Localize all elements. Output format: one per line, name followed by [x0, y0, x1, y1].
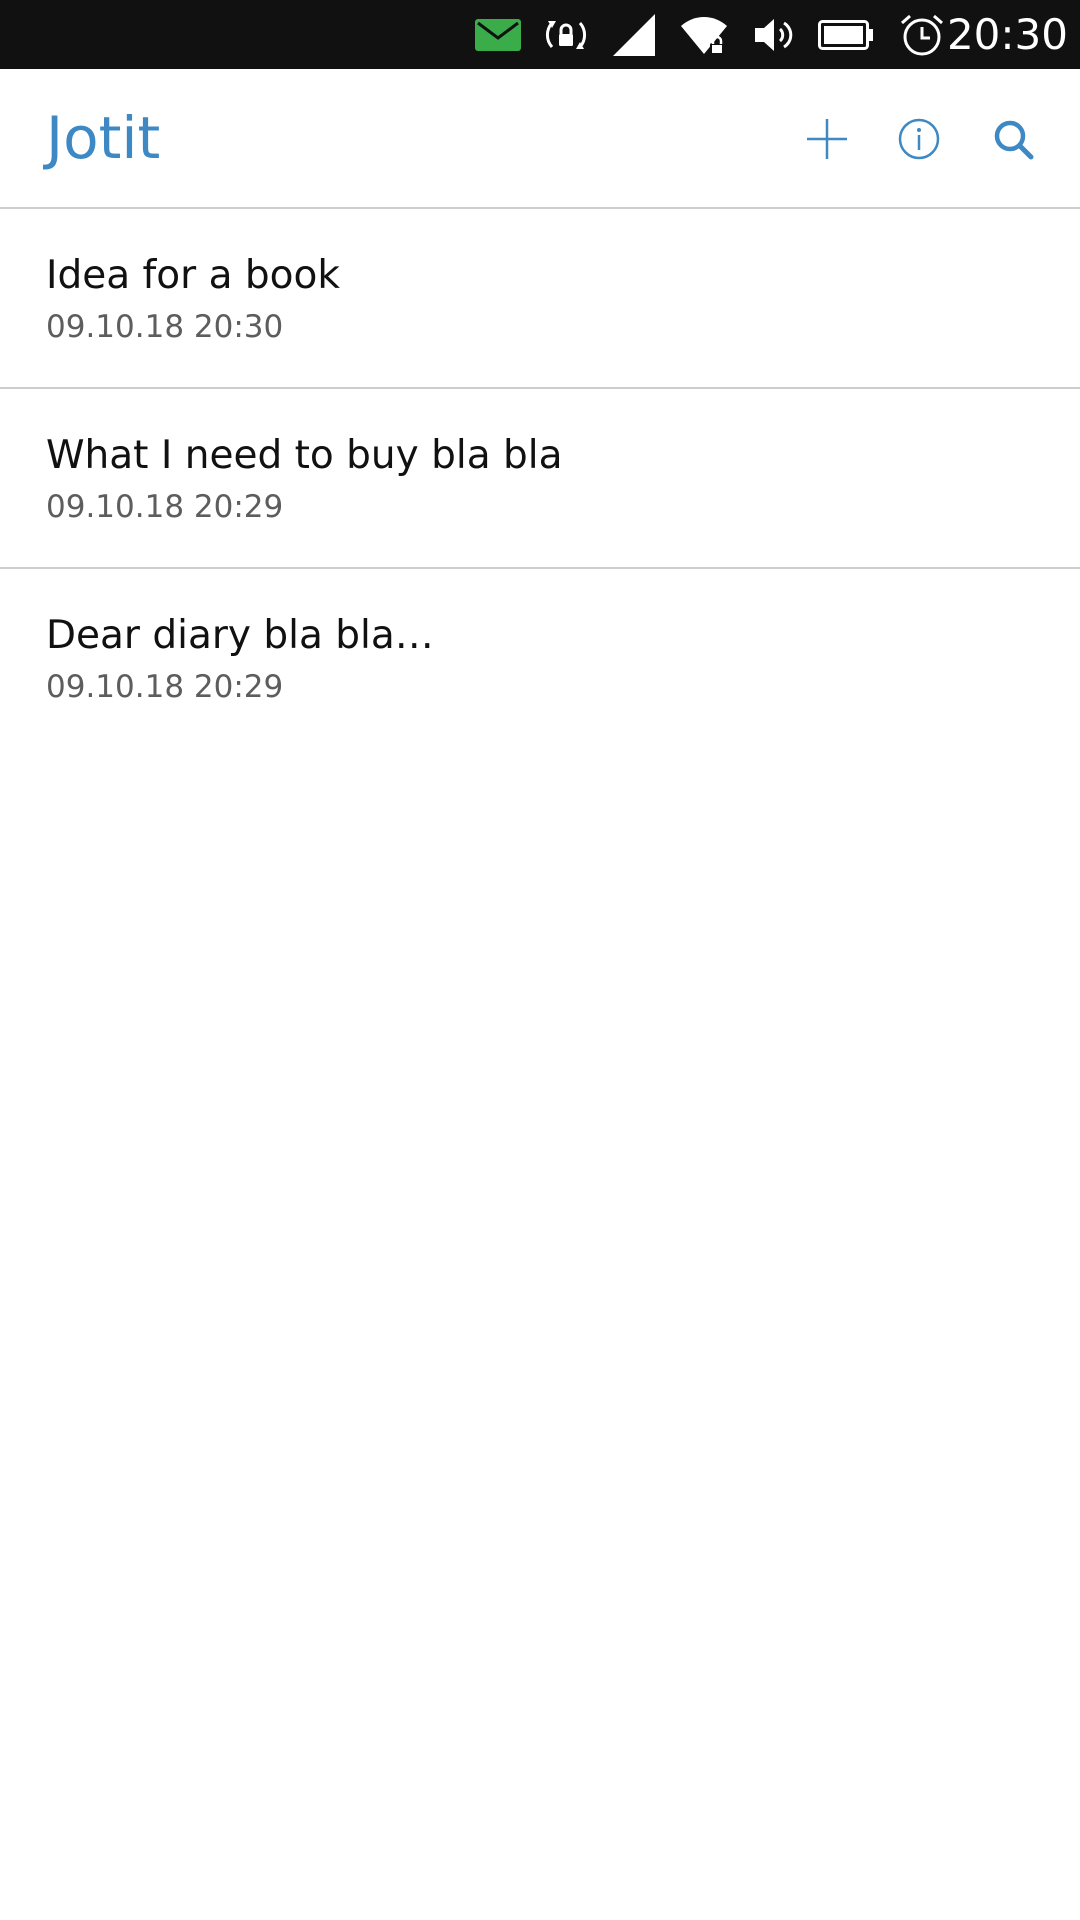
page-title: Jotit: [46, 104, 161, 172]
note-date: 09.10.18 20:29: [46, 489, 284, 525]
alarm-icon: [898, 12, 946, 57]
note-title: Idea for a book: [46, 253, 340, 298]
status-bar: 20:30: [0, 0, 1080, 69]
info-icon: [898, 118, 940, 160]
list-item[interactable]: Idea for a book 09.10.18 20:30: [0, 209, 1080, 389]
note-title: Dear diary bla bla…: [46, 613, 434, 658]
app-header: Jotit: [0, 69, 1080, 209]
info-button[interactable]: [892, 112, 946, 166]
search-button[interactable]: [986, 112, 1040, 166]
note-date: 09.10.18 20:29: [46, 669, 284, 705]
note-title: What I need to buy bla bla: [46, 433, 563, 478]
search-icon: [994, 120, 1034, 160]
wifi-icon: [680, 12, 728, 57]
list-item[interactable]: What I need to buy bla bla 09.10.18 20:2…: [0, 389, 1080, 569]
battery-icon: [818, 12, 874, 57]
volume-icon: [752, 12, 796, 57]
note-date: 09.10.18 20:30: [46, 309, 284, 345]
mail-icon: [474, 12, 522, 57]
add-icon: [807, 119, 847, 159]
list-item[interactable]: Dear diary bla bla… 09.10.18 20:29: [0, 569, 1080, 749]
status-time: 20:30: [946, 10, 1068, 59]
cellular-signal-icon: [612, 12, 656, 57]
note-list: Idea for a book 09.10.18 20:30 What I ne…: [0, 209, 1080, 749]
add-note-button[interactable]: [800, 112, 854, 166]
rotation-lock-icon: [543, 12, 589, 57]
